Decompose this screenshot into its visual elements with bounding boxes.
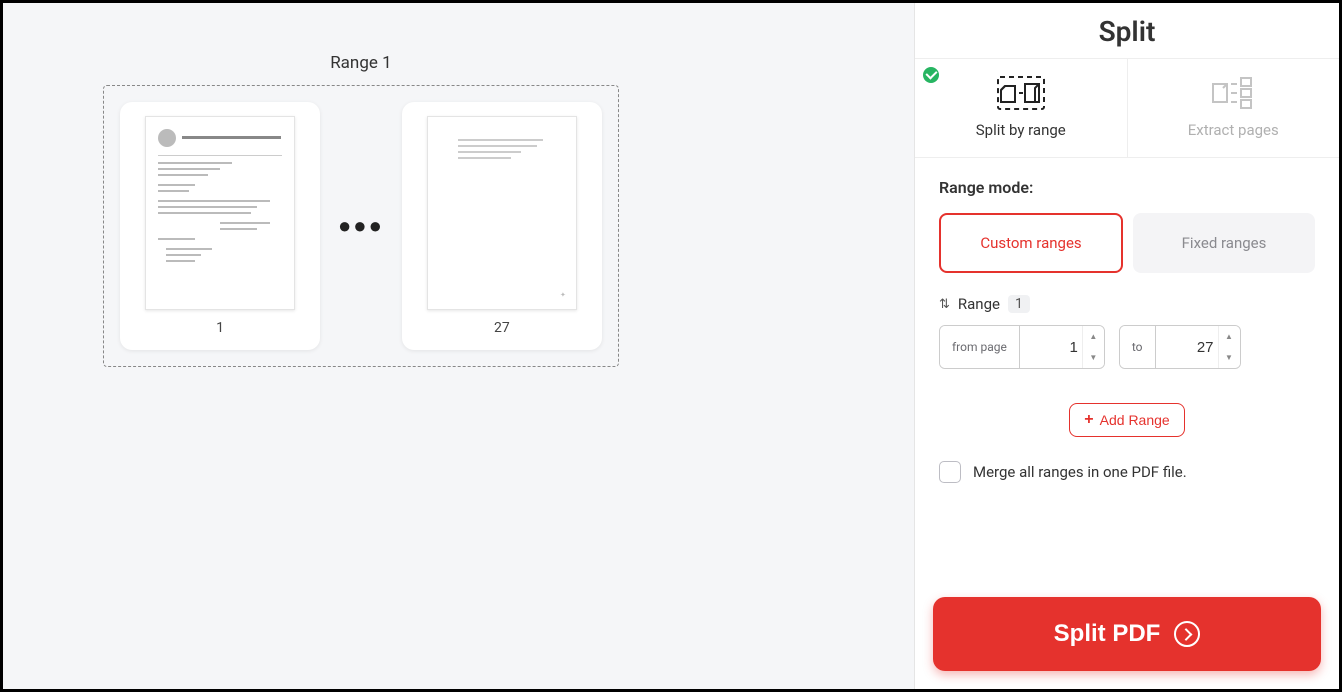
mode-custom-ranges[interactable]: Custom ranges — [939, 213, 1123, 273]
to-step-up[interactable]: ▲ — [1219, 326, 1240, 347]
range-number-badge: 1 — [1008, 295, 1030, 313]
page-paper — [145, 116, 295, 310]
thumb-page-number: 1 — [216, 320, 224, 336]
sidebar-title: Split — [915, 3, 1339, 59]
preview-area: Range 1 — [3, 3, 914, 689]
mode-fixed-ranges[interactable]: Fixed ranges — [1133, 213, 1315, 273]
page-thumbnail[interactable]: 1 — [120, 102, 320, 350]
merge-label: Merge all ranges in one PDF file. — [973, 463, 1187, 481]
plus-icon: + — [1084, 411, 1093, 429]
range-title: Range 1 — [103, 53, 619, 73]
split-tabs: Split by range Extract pages — [915, 59, 1339, 158]
tab-extract-pages[interactable]: Extract pages — [1127, 59, 1340, 157]
range-group: Range 1 — [103, 53, 619, 367]
from-label: from page — [940, 326, 1020, 368]
mode-label: Fixed ranges — [1182, 234, 1267, 252]
to-page-field: to ▲ ▼ — [1119, 325, 1241, 369]
from-step-down[interactable]: ▼ — [1083, 347, 1104, 368]
from-page-field: from page ▲ ▼ — [939, 325, 1105, 369]
to-label: to — [1120, 326, 1156, 368]
arrow-right-icon — [1174, 621, 1200, 647]
add-range-label: Add Range — [1100, 412, 1170, 428]
range-mode-label: Range mode: — [939, 178, 1315, 197]
split-pdf-button[interactable]: Split PDF — [933, 597, 1321, 671]
tab-label: Extract pages — [1136, 121, 1332, 139]
add-range-button[interactable]: + Add Range — [1069, 403, 1184, 437]
ellipsis-icon: ●●● — [330, 213, 392, 239]
range-box: 1 ●●● ✦ — [103, 85, 619, 367]
range-word: Range — [958, 295, 1000, 313]
mode-label: Custom ranges — [980, 234, 1081, 252]
thumb-page-number: 27 — [494, 320, 510, 336]
page-thumbnail[interactable]: ✦ 27 — [402, 102, 602, 350]
from-page-input[interactable] — [1020, 326, 1082, 368]
page-paper: ✦ — [427, 116, 577, 310]
to-page-input[interactable] — [1156, 326, 1218, 368]
tab-split-by-range[interactable]: Split by range — [915, 59, 1127, 157]
split-sidebar: Split Split by range — [914, 3, 1339, 689]
merge-checkbox[interactable] — [939, 461, 961, 483]
to-step-down[interactable]: ▼ — [1219, 347, 1240, 368]
range-mode-section: Range mode: Custom ranges Fixed ranges — [915, 158, 1339, 285]
reorder-icon[interactable]: ⇅ — [939, 297, 950, 312]
split-range-icon — [923, 73, 1119, 113]
range-config: ⇅ Range 1 from page ▲ ▼ to ▲ — [915, 285, 1339, 375]
from-step-up[interactable]: ▲ — [1083, 326, 1104, 347]
split-button-label: Split PDF — [1054, 620, 1161, 648]
check-icon — [923, 67, 939, 83]
tab-label: Split by range — [923, 121, 1119, 139]
extract-pages-icon — [1136, 73, 1332, 113]
